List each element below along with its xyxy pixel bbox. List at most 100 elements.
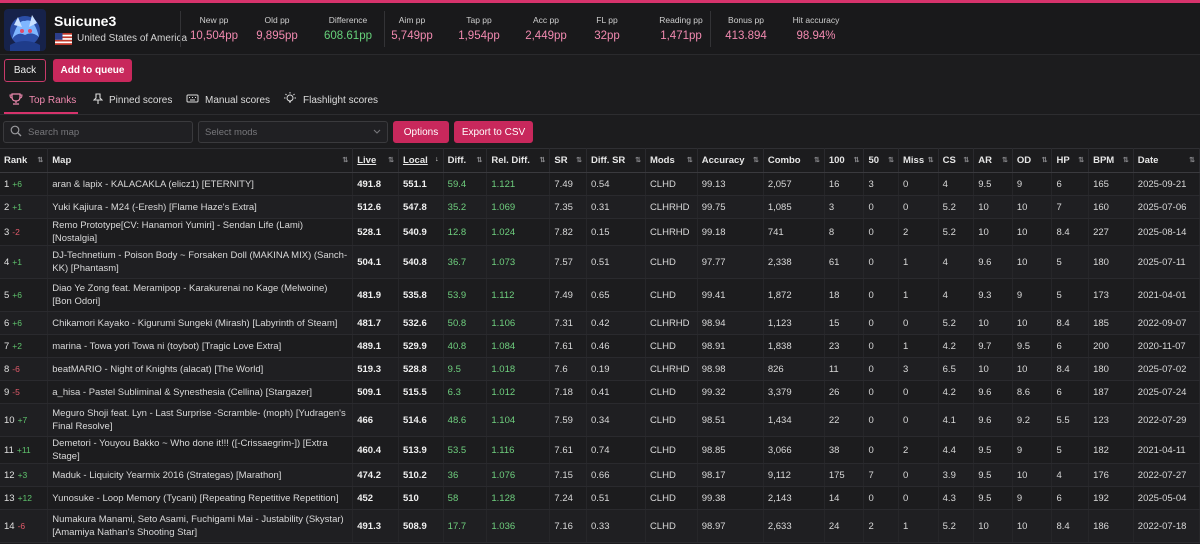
table-cell-50: 0	[863, 486, 899, 510]
table-cell-rel-diff: 1.018	[486, 357, 551, 381]
col-combo[interactable]: Combo ⇅	[763, 148, 825, 173]
table-cell-ar: 9.5	[973, 463, 1013, 487]
export-csv-button[interactable]: Export to CSV	[454, 121, 533, 143]
column-label: Rel. Diff.	[491, 155, 530, 166]
table-cell-rel-diff: 1.104	[486, 403, 551, 437]
table-cell-local: 540.8	[398, 245, 444, 279]
table-row[interactable]: 12 +3 Maduk - Liquicity Yearmix 2016 (Stra…	[0, 463, 1200, 487]
table-cell-diff: 12.8	[443, 218, 488, 246]
options-button[interactable]: Options	[393, 121, 449, 143]
table-row[interactable]: 1 +6 aran & lapix - KALACAKLA (elicz1) [ET…	[0, 172, 1200, 196]
table-cell-diff-sr: 0.41	[586, 380, 646, 404]
table-cell-rank: 2 +1	[0, 195, 49, 219]
tab-top-ranks[interactable]: Top Ranks	[9, 88, 76, 112]
table-cell-map: Remo Prototype[CV: Hanamori Yumiri] - Se…	[47, 218, 354, 246]
table-cell-hp: 6	[1051, 486, 1090, 510]
col-hp[interactable]: HP ⇅	[1051, 148, 1090, 173]
table-row[interactable]: 6 +6 Chikamori Kayako - Kigurumi Sungeki (…	[0, 311, 1200, 335]
table-cell-cs: 4.4	[938, 436, 975, 464]
stat-aim-pp: Aim pp 5,749pp	[391, 15, 433, 42]
table-cell-50: 0	[863, 278, 899, 312]
table-cell-bpm: 186	[1088, 509, 1134, 543]
col-diff-sr[interactable]: Diff. SR ⇅	[586, 148, 646, 173]
col-local[interactable]: Local ↓	[398, 148, 444, 173]
table-cell-hp: 6	[1051, 380, 1090, 404]
table-cell-live: 474.2	[352, 463, 399, 487]
col-od[interactable]: OD ⇅	[1012, 148, 1053, 173]
column-label: 100	[828, 155, 845, 166]
table-cell-cs: 4.3	[938, 486, 975, 510]
back-button[interactable]: Back	[4, 59, 46, 82]
table-cell-diff-sr: 0.15	[586, 218, 646, 246]
table-cell-mods: CLHD	[645, 403, 698, 437]
col-rank[interactable]: Rank ⇅	[0, 148, 49, 173]
col-miss[interactable]: Miss ⇅	[898, 148, 939, 173]
table-cell-accuracy: 99.32	[697, 380, 764, 404]
stat-label: Tap pp	[466, 15, 492, 25]
table-cell-mods: CLHRHD	[645, 195, 698, 219]
stat-value: 1,954pp	[458, 30, 500, 42]
table-cell-sr: 7.57	[549, 245, 587, 279]
table-row[interactable]: 8 -6 beatMARIO - Night of Knights (alacat)…	[0, 357, 1200, 381]
add-to-queue-button[interactable]: Add to queue	[53, 59, 132, 82]
table-cell-hp: 5	[1051, 245, 1090, 279]
pin-icon	[92, 92, 104, 108]
keyboard-icon	[186, 93, 199, 107]
col-map[interactable]: Map ⇅	[47, 148, 354, 173]
table-cell-od: 9	[1012, 278, 1053, 312]
table-row[interactable]: 11 +11 Demetori - Youyou Bakko ~ Who done …	[0, 436, 1200, 464]
divider	[384, 11, 385, 47]
table-cell-od: 9	[1012, 172, 1053, 196]
tab-flashlight-scores[interactable]: Flashlight scores	[283, 88, 378, 112]
table-cell-accuracy: 99.13	[697, 172, 764, 196]
table-row[interactable]: 5 +6 Diao Ye Zong feat. Meramipop - Karaku…	[0, 278, 1200, 312]
table-row[interactable]: 10 +7 Meguro Shoji feat. Lyn - Last Surpri…	[0, 403, 1200, 437]
tab-label: Top Ranks	[29, 94, 77, 106]
col-100[interactable]: 100 ⇅	[824, 148, 865, 173]
table-row[interactable]: 14 -6 Numakura Manami, Seto Asami, Fuchiga…	[0, 509, 1200, 543]
col-rel-diff[interactable]: Rel. Diff. ⇅	[486, 148, 551, 173]
table-cell-rel-diff: 1.012	[486, 380, 551, 404]
col-live[interactable]: Live ⇅	[352, 148, 399, 173]
table-cell-date: 2022-07-27	[1133, 463, 1200, 487]
col-accuracy[interactable]: Accuracy ⇅	[697, 148, 764, 173]
mods-select[interactable]: Select mods	[198, 121, 388, 143]
table-row[interactable]: 4 +1 DJ-Technetium - Poison Body ~ Forsake…	[0, 245, 1200, 279]
tab-pinned-scores[interactable]: Pinned scores	[92, 88, 172, 112]
sort-desc-icon: ↓	[435, 156, 439, 163]
table-cell-bpm: 185	[1088, 311, 1134, 335]
table-row[interactable]: 2 +1 Yuki Kajiura - M24 (-Eresh) [Flame Ha…	[0, 195, 1200, 219]
col-bpm[interactable]: BPM ⇅	[1088, 148, 1134, 173]
table-row[interactable]: 3 -2 Remo Prototype[CV: Hanamori Yumiri] -…	[0, 218, 1200, 246]
table-cell-50: 0	[863, 245, 899, 279]
sort-icon: ⇅	[576, 157, 582, 164]
col-date[interactable]: Date ⇅	[1133, 148, 1200, 173]
col-ar[interactable]: AR ⇅	[973, 148, 1013, 173]
lightbulb-icon	[283, 92, 297, 108]
sort-icon: ⇅	[853, 157, 860, 164]
table-cell-date: 2025-07-06	[1133, 195, 1200, 219]
table-cell-ar: 9.6	[973, 245, 1013, 279]
table-cell-ar: 9.6	[973, 380, 1013, 404]
table-row[interactable]: 9 -5 a_hisa - Pastel Subliminal & Synesthe…	[0, 380, 1200, 404]
table-cell-local: 532.6	[398, 311, 444, 335]
column-label: Date	[1137, 155, 1159, 166]
tab-manual-scores[interactable]: Manual scores	[186, 88, 270, 112]
table-cell-miss: 2	[898, 218, 939, 246]
table-cell-bpm: 187	[1088, 380, 1134, 404]
table-cell-rank: 3 -2	[0, 218, 49, 246]
table-cell-sr: 7.24	[549, 486, 587, 510]
col-mods[interactable]: Mods ⇅	[645, 148, 698, 173]
col-sr[interactable]: SR ⇅	[549, 148, 587, 173]
col-50[interactable]: 50 ⇅	[863, 148, 899, 173]
table-cell-sr: 7.61	[549, 436, 587, 464]
table-row[interactable]: 13 +12 Yunosuke - Loop Memory (Tycani) [Re…	[0, 486, 1200, 510]
search-box[interactable]	[3, 121, 193, 143]
sort-icon: ⇅	[37, 157, 44, 164]
table-cell-local: 510.2	[398, 463, 444, 487]
col-cs[interactable]: CS ⇅	[938, 148, 975, 173]
table-row[interactable]: 7 +2 marina - Towa yori Towa ni (toybot) […	[0, 334, 1200, 358]
search-input[interactable]	[28, 126, 188, 138]
col-diff[interactable]: Diff. ⇅	[443, 148, 488, 173]
table-cell-hp: 6	[1051, 172, 1090, 196]
